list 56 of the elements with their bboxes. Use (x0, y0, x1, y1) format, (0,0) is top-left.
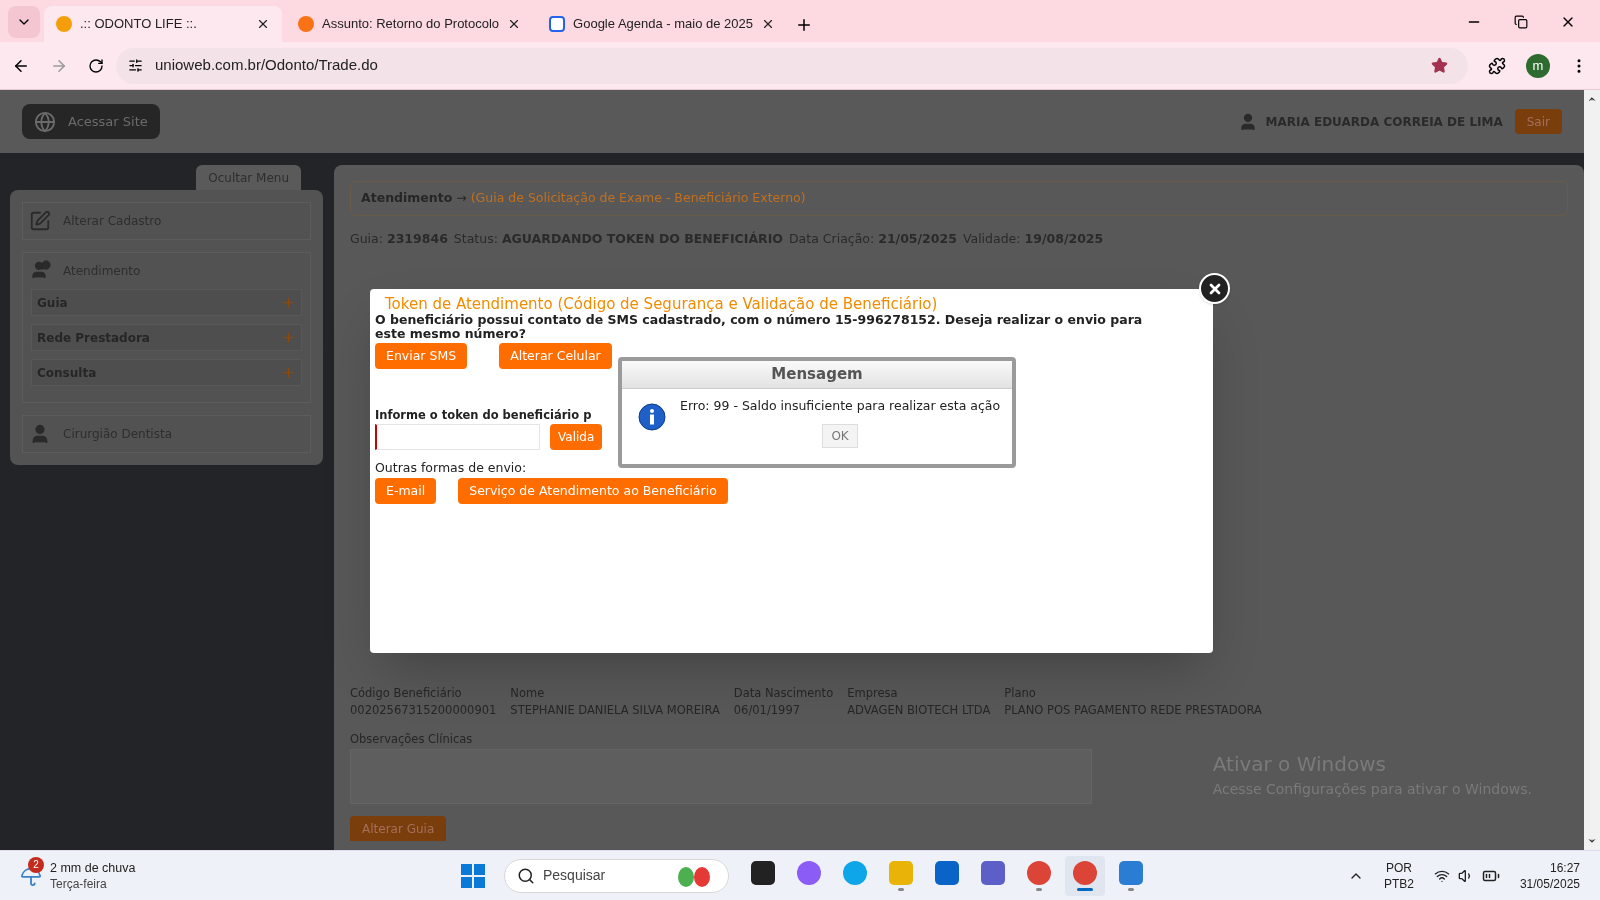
notification-badge: 2 (28, 856, 44, 873)
validate-button[interactable]: Valida (550, 424, 603, 451)
tab-title: .:: ODONTO LIFE ::. (80, 15, 198, 34)
tab-title: Google Agenda - maio de 2025 (573, 15, 754, 34)
expand-icon (281, 365, 296, 380)
send-method-button[interactable]: E-mail (375, 478, 437, 504)
breadcrumb-arrow: → (456, 189, 467, 208)
ok-button[interactable]: OK (822, 423, 858, 448)
scrollbar[interactable] (1584, 90, 1600, 850)
taskbar-search-field[interactable]: Pesquisar (504, 858, 729, 893)
other-methods-label: Outras formas de envio: (375, 459, 527, 478)
start-button[interactable] (460, 862, 486, 889)
restore-icon[interactable] (1514, 15, 1528, 29)
dialog-message: Erro: 99 - Saldo insuficiente para realizar esta ação (680, 397, 1001, 415)
edit-guide-button[interactable]: Alterar Guia (350, 816, 447, 841)
search-placeholder: Pesquisar (543, 866, 607, 885)
search-icon (517, 866, 535, 885)
profile-avatar[interactable]: m (1526, 53, 1550, 78)
tab-title: Assunto: Retorno do Protocolo (322, 15, 500, 34)
tab-list-button[interactable] (8, 6, 40, 38)
browser-tab[interactable]: Assunto: Retorno do Protocolo (286, 6, 534, 42)
calendar-favicon-icon (549, 16, 566, 32)
mail-favicon-icon (298, 16, 314, 32)
edit-icon (29, 210, 51, 232)
url-text: unioweb.com.br/Odonto/Trade.do (155, 55, 379, 76)
dialog-title: Mensagem (771, 364, 863, 386)
site-favicon-icon (56, 16, 72, 32)
weather-widget[interactable]: 2 2 mm de chuva Terça-feira (20, 859, 460, 892)
modal-action-button[interactable]: Alterar Celular (499, 343, 612, 369)
globe-icon (34, 110, 56, 133)
bookmark-star-icon[interactable] (1431, 57, 1448, 74)
language-indicator[interactable]: POR PTB2 (1383, 859, 1414, 892)
site-settings-icon[interactable] (128, 58, 143, 73)
browser-tab[interactable]: .:: ODONTO LIFE ::. (44, 6, 282, 42)
site-link-button[interactable]: Acessar Site (22, 104, 160, 139)
scroll-up-icon[interactable] (1587, 94, 1597, 104)
modal-action-button[interactable]: Enviar SMS (375, 343, 468, 369)
token-input-field[interactable] (375, 424, 540, 451)
extensions-icon[interactable] (1488, 56, 1506, 75)
browser-tab[interactable]: Google Agenda - maio de 2025 (537, 6, 788, 42)
clock[interactable]: 16:27 31/05/2025 (1519, 859, 1580, 892)
token-label: Informe o token do beneficiário p (375, 407, 592, 424)
modal-message: O beneficiário possui contato de SMS cadastrado, com o número 15-996278152. Deseja realizar o envio para este mesmo número? (375, 313, 1144, 341)
reload-icon[interactable] (88, 57, 104, 74)
address-field[interactable]: unioweb.com.br/Odonto/Trade.do (116, 47, 1468, 84)
expand-icon (281, 295, 296, 310)
modal-title: Token de Atendimento (Código de Segurança e Validação de Beneficiário) (385, 295, 938, 313)
send-method-button[interactable]: Serviço de Atendimento ao Beneficiário (458, 478, 728, 504)
expand-icon (281, 330, 296, 345)
breadcrumb-detail: (Guia de Solicitação de Exame - Beneficiário Externo) (470, 189, 806, 208)
info-icon (638, 403, 666, 431)
weather-text: 2 mm de chuva (50, 859, 136, 876)
weather-day: Terça-feira (50, 875, 136, 892)
scroll-down-icon[interactable] (1587, 836, 1597, 846)
close-tab-icon[interactable] (256, 17, 270, 31)
logout-button[interactable]: Sair (1514, 109, 1562, 134)
